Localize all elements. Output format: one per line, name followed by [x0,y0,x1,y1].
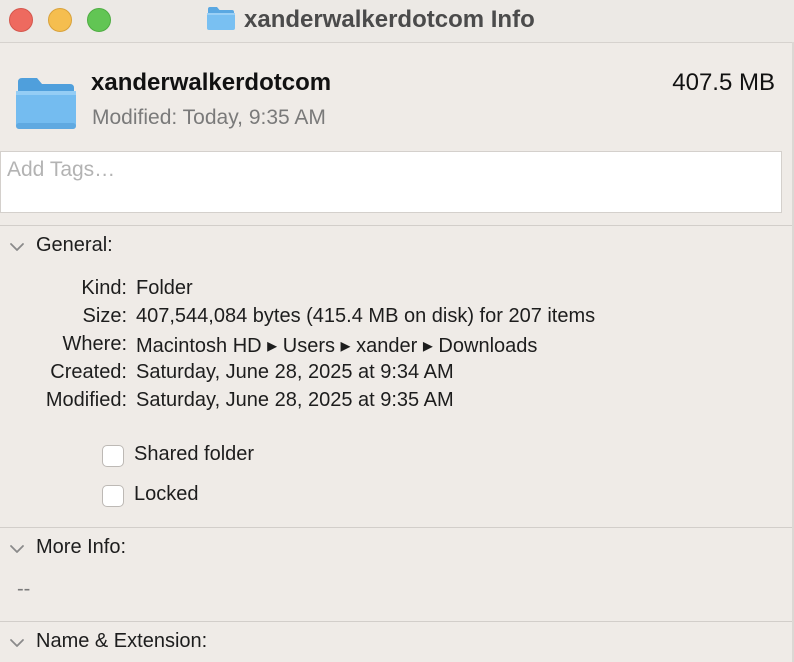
info-row-size: Size: 407,544,084 bytes (415.4 MB on dis… [0,305,794,333]
folder-icon [207,7,235,30]
section-title: General: [36,234,113,256]
zoom-button[interactable] [87,8,111,32]
title-bar: xanderwalkerdotcom Info [0,0,794,43]
info-row-where: Where: Macintosh HD ▸ Users ▸ xander ▸ D… [0,333,794,361]
section-name-extension[interactable]: Name & Extension: [0,628,794,658]
tags-placeholder: Add Tags… [7,158,116,181]
info-value: Macintosh HD ▸ Users ▸ xander ▸ Download… [136,335,538,357]
more-info-value: -- [17,578,31,600]
info-row-created: Created: Saturday, June 28, 2025 at 9:34… [0,361,794,389]
locked-checkbox[interactable] [102,485,124,507]
info-label: Modified: [45,389,127,411]
info-label: Kind: [81,277,127,299]
info-row-modified: Modified: Saturday, June 28, 2025 at 9:3… [0,389,794,417]
info-label: Where: [62,333,127,355]
divider [0,527,794,528]
close-button[interactable] [9,8,33,32]
section-title: Name & Extension: [36,630,208,652]
divider [0,225,794,226]
info-row-kind: Kind: Folder [0,277,794,305]
locked-label: Locked [134,483,199,505]
section-title: More Info: [36,536,127,558]
shared-folder-checkbox[interactable] [102,445,124,467]
section-general[interactable]: General: [0,232,794,262]
folder-icon [16,78,76,129]
chevron-down-icon [10,545,24,553]
info-value: Folder [136,277,193,299]
info-value: Saturday, June 28, 2025 at 9:34 AM [136,361,454,383]
chevron-down-icon [10,243,24,251]
item-size: 407.5 MB [672,69,775,96]
tags-field[interactable]: Add Tags… [0,151,782,213]
item-name: xanderwalkerdotcom [91,69,332,96]
shared-folder-label: Shared folder [134,443,255,465]
info-value: 407,544,084 bytes (415.4 MB on disk) for… [136,305,596,327]
item-modified: Modified: Today, 9:35 AM [92,106,326,129]
info-label: Created: [50,361,127,383]
info-value: Saturday, June 28, 2025 at 9:35 AM [136,389,454,411]
window-title: xanderwalkerdotcom Info [244,6,535,33]
info-label: Size: [82,305,127,327]
divider [0,621,794,622]
section-more-info[interactable]: More Info: [0,534,794,564]
chevron-down-icon [10,639,24,647]
minimize-button[interactable] [48,8,72,32]
